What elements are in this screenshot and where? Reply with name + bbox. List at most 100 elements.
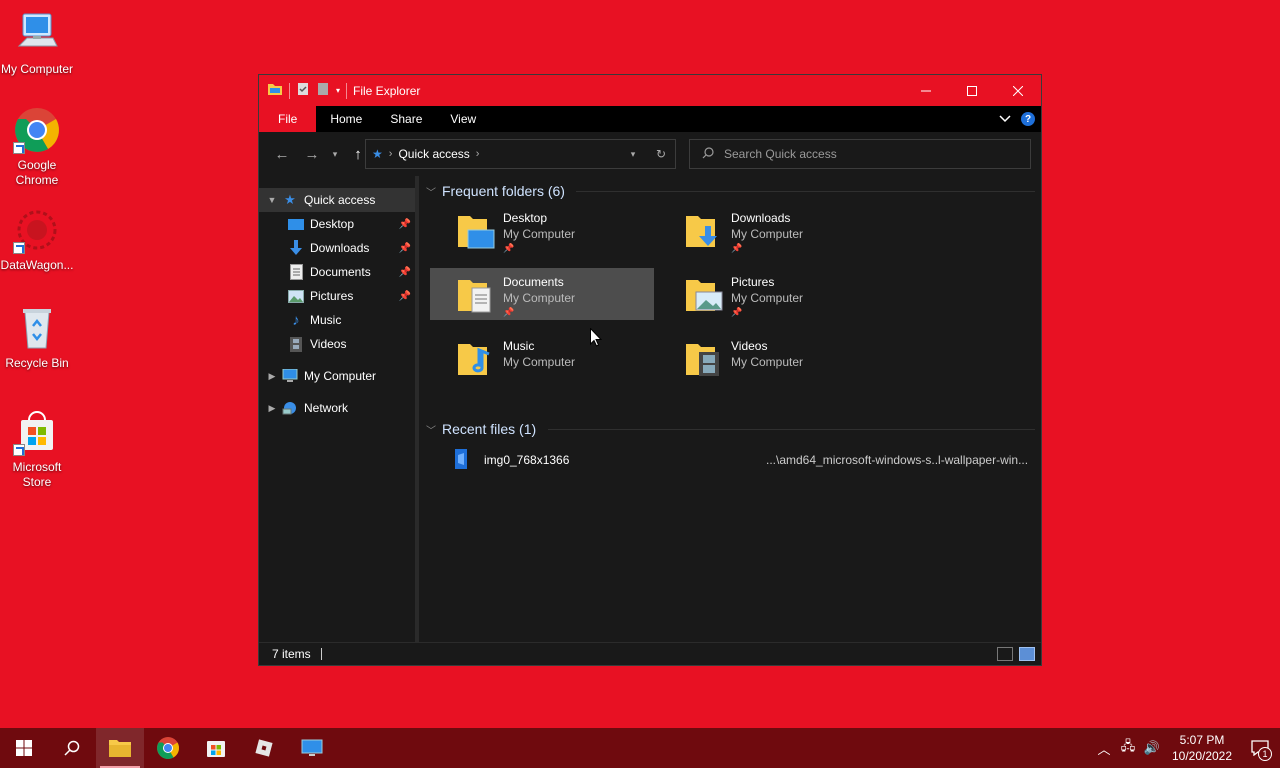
folder-app-icon: [267, 82, 283, 99]
desktop-icon-microsoft-store[interactable]: Microsoft Store: [0, 408, 74, 490]
group-divider: [576, 191, 1035, 192]
large-icons-view-icon[interactable]: [1019, 647, 1035, 661]
taskbar: ︿ 🖧 🔊 5:07 PM 10/20/2022 1: [0, 728, 1280, 768]
breadcrumb-chevron-icon: ›: [388, 148, 393, 160]
address-bar[interactable]: ★ › Quick access › ▾ ↻: [365, 139, 676, 169]
tab-share[interactable]: Share: [376, 106, 436, 132]
back-button[interactable]: ←: [269, 141, 295, 167]
search-input[interactable]: [724, 147, 1004, 161]
folder-location: My Computer: [731, 355, 804, 369]
desktop-icon-label: Google Chrome: [15, 158, 59, 187]
chevron-right-icon[interactable]: ▶: [263, 371, 281, 382]
window-controls: [903, 75, 1041, 106]
folder-tile-downloads[interactable]: Downloads My Computer 📌: [658, 204, 882, 256]
new-folder-icon[interactable]: [316, 82, 330, 99]
group-header-recent-files[interactable]: ﹀ Recent files (1): [422, 416, 1041, 442]
search-icon: [702, 146, 714, 162]
taskbar-file-explorer[interactable]: [96, 728, 144, 768]
mouse-cursor-icon: [590, 327, 603, 350]
chevron-up-icon[interactable]: ︿: [1092, 739, 1116, 758]
search-button[interactable]: [48, 728, 96, 768]
folder-name: Documents: [503, 275, 564, 289]
arrow-right-icon: →: [304, 145, 320, 163]
help-icon[interactable]: ?: [1021, 112, 1035, 126]
download-arrow-icon: [287, 240, 305, 256]
desktop-icon-label: Microsoft Store: [12, 460, 62, 489]
expand-ribbon-chevron-icon[interactable]: [999, 112, 1011, 126]
notification-badge: 1: [1258, 747, 1272, 761]
folder-tile-documents[interactable]: Documents My Computer 📌: [430, 268, 654, 320]
nav-item-label: Videos: [310, 337, 347, 351]
video-film-icon: [287, 336, 305, 352]
nav-item-label: Music: [310, 313, 342, 327]
nav-item-quick-access[interactable]: ▼ ★ Quick access: [259, 188, 415, 212]
title-bar[interactable]: ▾ File Explorer: [259, 75, 1041, 106]
start-button[interactable]: [0, 728, 48, 768]
nav-item-network[interactable]: ▶ Network: [259, 396, 415, 420]
folder-name: Pictures: [731, 275, 775, 289]
folder-tile-videos[interactable]: Videos My Computer: [658, 332, 882, 384]
maximize-button[interactable]: [949, 75, 995, 106]
speaker-icon[interactable]: 🔊: [1140, 740, 1164, 756]
store-icon: [13, 408, 61, 456]
toolbar-separator: [346, 82, 348, 99]
music-note-icon: ♪: [292, 311, 300, 329]
desktop-icon-label: My Computer: [0, 62, 74, 76]
close-button[interactable]: [995, 75, 1041, 106]
folder-tile-music[interactable]: Music My Computer: [430, 332, 654, 384]
nav-item-my-computer[interactable]: ▶ My Computer: [259, 364, 415, 388]
taskbar-microsoft-store[interactable]: [192, 728, 240, 768]
nav-item-pictures[interactable]: Pictures 📌: [259, 284, 415, 308]
recent-file-path: ...\amd64_microsoft-windows-s..l-wallpap…: [766, 453, 1029, 467]
forward-button[interactable]: →: [299, 141, 325, 167]
taskbar-remote-desktop[interactable]: [288, 728, 336, 768]
recent-file-row[interactable]: img0_768x1366 ...\amd64_microsoft-window…: [422, 448, 1041, 472]
chevron-down-icon[interactable]: ▼: [263, 195, 281, 205]
recent-locations-button[interactable]: ▾: [325, 141, 345, 167]
desktop-icon-recycle-bin[interactable]: Recycle Bin: [0, 304, 74, 371]
clock[interactable]: 5:07 PM 10/20/2022: [1164, 732, 1240, 764]
folder-tile-desktop[interactable]: Desktop My Computer 📌: [430, 204, 654, 256]
properties-icon[interactable]: [296, 82, 310, 99]
desktop-icon-my-computer[interactable]: My Computer: [0, 10, 74, 77]
desktop-icon-datawagon[interactable]: DataWagon...: [0, 206, 74, 273]
breadcrumb-quick-access[interactable]: Quick access: [398, 147, 469, 161]
folder-location: My Computer: [731, 227, 804, 241]
tab-view[interactable]: View: [436, 106, 490, 132]
folder-tile-pictures[interactable]: Pictures My Computer 📌: [658, 268, 882, 320]
taskbar-roblox[interactable]: [240, 728, 288, 768]
star-icon: ★: [372, 147, 383, 161]
notification-center-button[interactable]: 1: [1240, 728, 1280, 768]
content-area: ▼ ★ Quick access Desktop 📌 Downloads 📌 D…: [259, 176, 1041, 642]
clock-time: 5:07 PM: [1179, 733, 1225, 747]
nav-item-label: Network: [304, 401, 349, 415]
desktop-icon-google-chrome[interactable]: Google Chrome: [0, 106, 74, 188]
chevron-down-icon[interactable]: ﹀: [426, 184, 442, 199]
details-view-icon[interactable]: [997, 647, 1013, 661]
group-header-frequent-folders[interactable]: ﹀ Frequent folders (6): [422, 178, 1041, 204]
ribbon-right-controls: ?: [999, 106, 1035, 132]
navigation-pane[interactable]: ▼ ★ Quick access Desktop 📌 Downloads 📌 D…: [259, 176, 419, 642]
refresh-icon[interactable]: ↻: [647, 147, 675, 161]
nav-item-label: Quick access: [304, 193, 376, 207]
close-icon: [1013, 85, 1023, 96]
nav-item-music[interactable]: ♪ Music: [259, 308, 415, 332]
item-count: 7 items: [272, 647, 311, 661]
chevron-right-icon[interactable]: ▶: [263, 403, 281, 414]
nav-item-documents[interactable]: Documents 📌: [259, 260, 415, 284]
tab-file[interactable]: File: [259, 106, 317, 132]
nav-item-downloads[interactable]: Downloads 📌: [259, 236, 415, 260]
breadcrumb-chevron-icon[interactable]: ›: [476, 148, 480, 160]
nav-item-desktop[interactable]: Desktop 📌: [259, 212, 415, 236]
nav-item-videos[interactable]: Videos: [259, 332, 415, 356]
chevron-down-icon[interactable]: ﹀: [426, 422, 442, 437]
computer-icon: [281, 368, 299, 384]
tab-home[interactable]: Home: [316, 106, 376, 132]
minimize-button[interactable]: [903, 75, 949, 106]
address-dropdown-chevron-icon[interactable]: ▾: [619, 149, 647, 160]
taskbar-chrome[interactable]: [144, 728, 192, 768]
customize-toolbar-chevron-icon[interactable]: ▾: [336, 86, 340, 95]
search-box[interactable]: [689, 139, 1031, 169]
main-file-view[interactable]: ﹀ Frequent folders (6) Desktop My Comput…: [416, 176, 1041, 642]
network-icon[interactable]: 🖧: [1116, 737, 1140, 759]
